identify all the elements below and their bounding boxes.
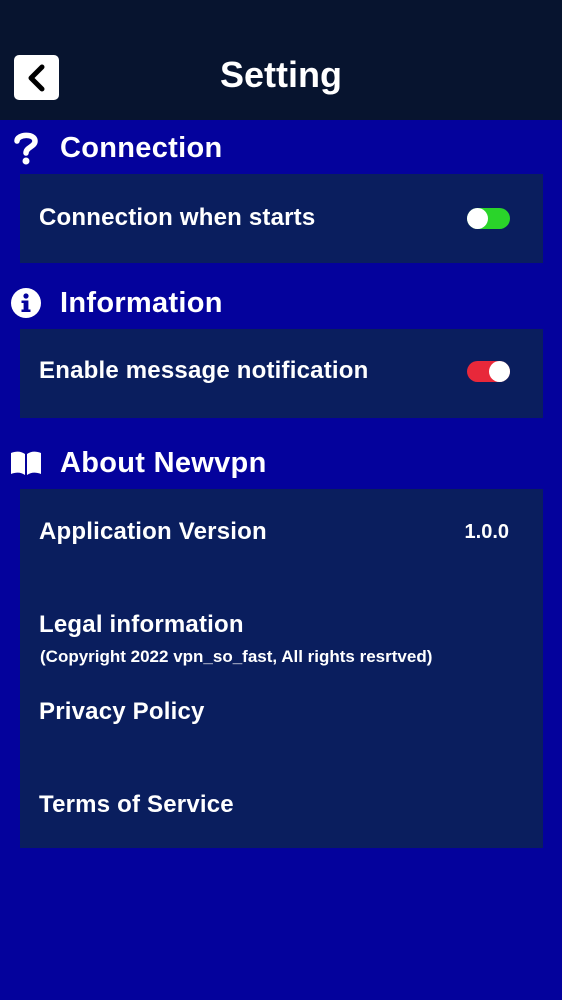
version-row: Application Version 1.0.0	[39, 512, 510, 552]
notification-toggle[interactable]	[467, 360, 510, 382]
connection-start-toggle[interactable]	[467, 207, 510, 229]
section-title-connection: Connection	[60, 131, 223, 164]
information-panel: Enable message notification	[20, 329, 543, 418]
setting-label: Enable message notification	[39, 357, 369, 384]
connection-panel: Connection when starts	[20, 174, 543, 263]
setting-row-notification: Enable message notification	[39, 351, 510, 391]
terms-of-service-row[interactable]: Terms of Service	[39, 785, 510, 825]
setting-label: Connection when starts	[39, 204, 316, 231]
privacy-policy-row[interactable]: Privacy Policy	[39, 692, 510, 732]
version-label: Application Version	[39, 518, 267, 545]
section-title-about: About Newvpn	[60, 446, 267, 479]
toggle-knob	[489, 360, 510, 382]
section-title-information: Information	[60, 286, 223, 319]
setting-row-connection-start: Connection when starts	[39, 198, 510, 238]
legal-information-row[interactable]: Legal information	[39, 605, 510, 645]
section-header-information: Information	[10, 283, 223, 323]
section-header-about: About Newvpn	[10, 443, 267, 483]
version-value: 1.0.0	[464, 520, 509, 543]
legal-information-label: Legal information	[39, 611, 244, 638]
question-icon	[10, 132, 42, 165]
top-bar: Setting	[0, 0, 562, 120]
open-book-icon	[10, 447, 42, 479]
section-header-connection: Connection	[10, 128, 223, 168]
copyright-text: (Copyright 2022 vpn_so_fast, All rights …	[40, 647, 433, 666]
privacy-policy-label: Privacy Policy	[39, 698, 205, 725]
about-panel: Application Version 1.0.0 Legal informat…	[20, 489, 543, 848]
info-circle-icon	[10, 287, 42, 319]
page-title: Setting	[220, 54, 342, 95]
toggle-knob	[467, 207, 488, 229]
terms-of-service-label: Terms of Service	[39, 791, 234, 818]
